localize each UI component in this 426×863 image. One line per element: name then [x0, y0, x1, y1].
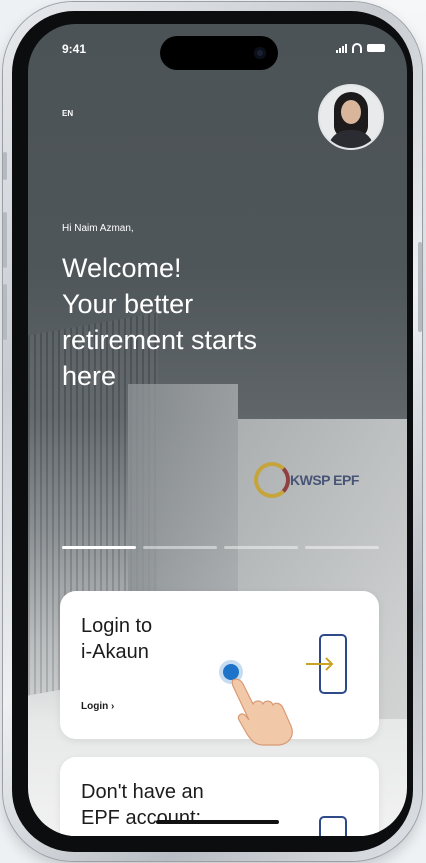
- status-icons: [336, 43, 385, 53]
- dynamic-island: [160, 36, 278, 70]
- login-link[interactable]: Login ›: [81, 701, 114, 712]
- carousel-dot[interactable]: [224, 546, 298, 549]
- register-door-icon: [319, 816, 347, 836]
- profile-avatar[interactable]: [318, 84, 384, 150]
- phone-action-button: [3, 152, 7, 180]
- login-card[interactable]: Login to i-Akaun Login ›: [60, 591, 379, 739]
- epf-building-sign: KWSP EPF: [290, 472, 359, 488]
- battery-icon: [367, 44, 385, 52]
- phone-volume-down-button: [3, 284, 7, 340]
- register-card[interactable]: Don't have an EPF account:: [60, 757, 379, 836]
- app-screen: KWSP EPF 9:41 EN Hi Naim Azman, Welcome!…: [28, 24, 407, 836]
- status-time: 9:41: [62, 42, 87, 56]
- login-door-arrow-icon: [306, 634, 347, 694]
- greeting-text: Hi Naim Azman,: [62, 223, 134, 234]
- carousel-dot[interactable]: [305, 546, 379, 549]
- phone-volume-up-button: [3, 212, 7, 268]
- wifi-icon: [352, 43, 362, 53]
- language-toggle[interactable]: EN: [62, 109, 73, 118]
- login-card-title: Login to i-Akaun: [81, 615, 153, 663]
- carousel-dot-active[interactable]: [62, 546, 136, 549]
- welcome-headline: Welcome! Your better retirement starts h…: [62, 253, 258, 391]
- phone-power-button: [418, 242, 422, 332]
- carousel-dot[interactable]: [143, 546, 217, 549]
- camera-icon: [254, 47, 266, 59]
- epf-building-logo: [254, 462, 290, 498]
- home-indicator[interactable]: [156, 820, 279, 824]
- pointing-hand-icon: [231, 678, 293, 746]
- carousel-indicator: [62, 546, 379, 549]
- signal-icon: [336, 43, 347, 53]
